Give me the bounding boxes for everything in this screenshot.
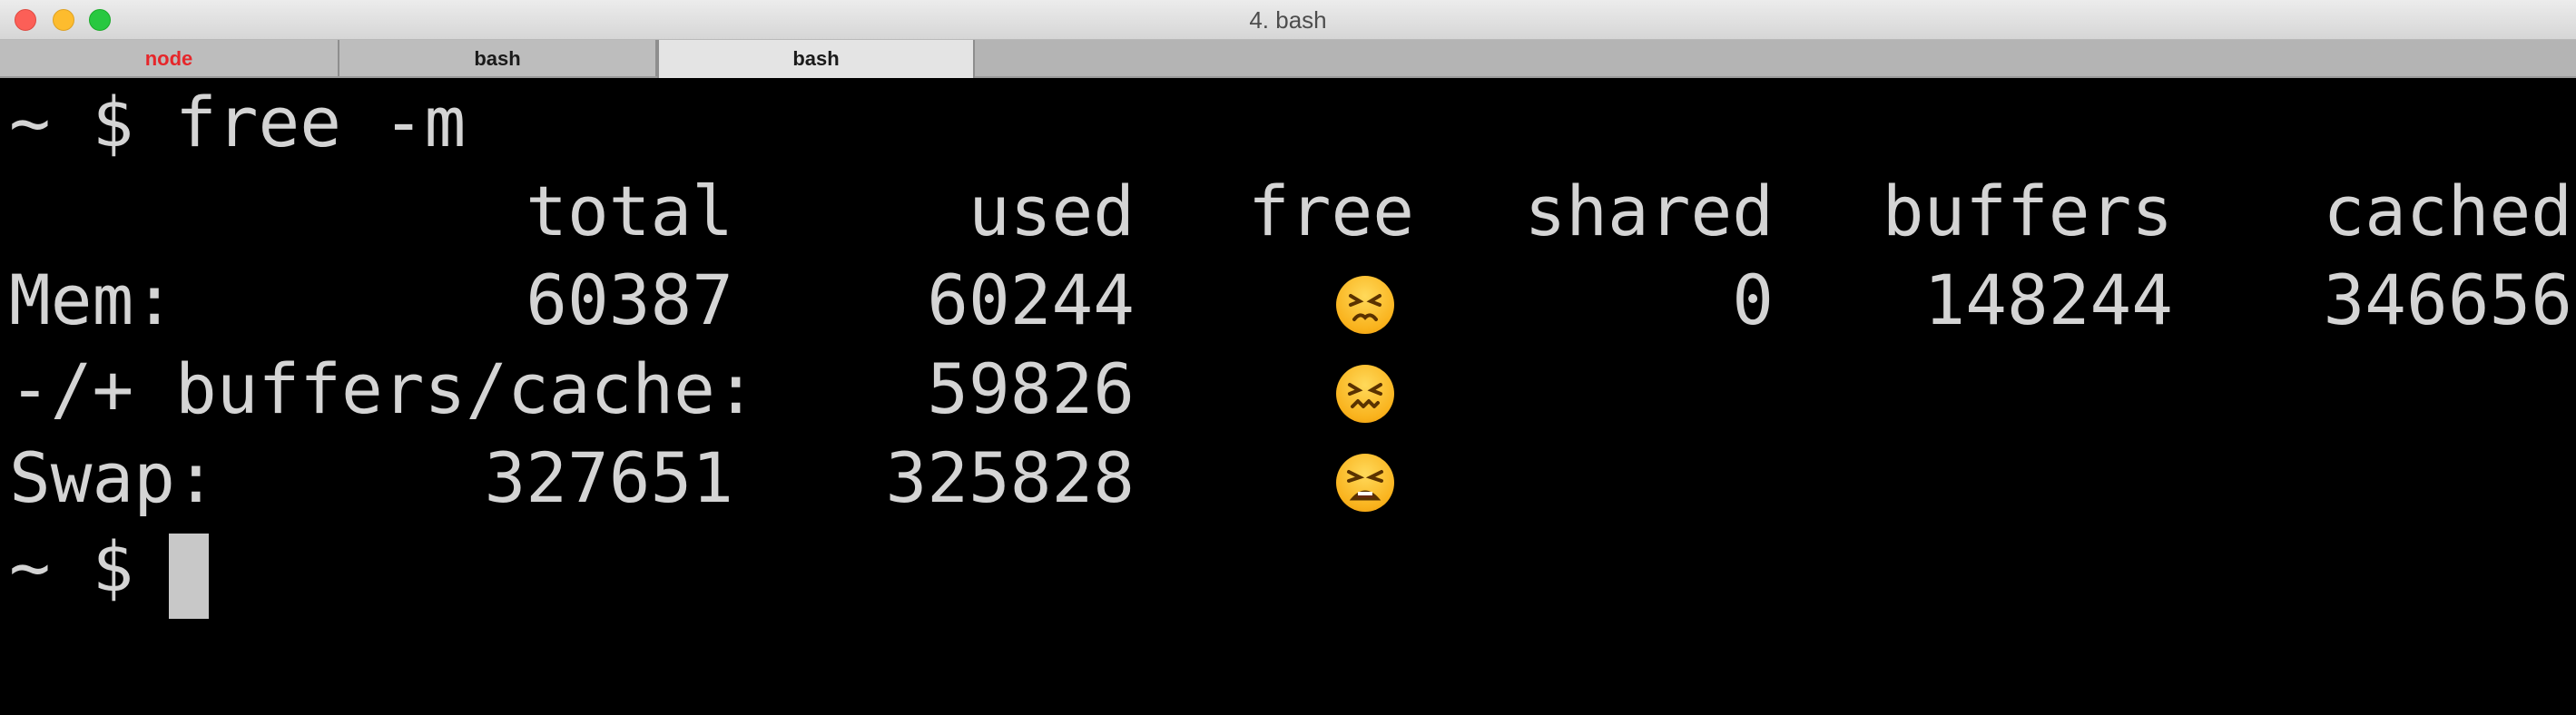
tab-label: node (144, 47, 193, 70)
command-line: ~ $ free -m (9, 78, 2569, 167)
swap-row: Swap: 327651 325828 (9, 434, 2569, 523)
mem-used: 60244 (927, 260, 1135, 340)
mem-shared: 0 (1732, 260, 1774, 340)
mem-buffers: 148244 (1923, 260, 2173, 340)
tab-label: bash (792, 47, 840, 70)
header-total: total (526, 171, 733, 251)
header-row: total used free shared buffers cached (9, 167, 2572, 256)
header-used: used (968, 171, 1135, 251)
bufcache-used: 59826 (927, 348, 1135, 429)
terminal-window: 4. bash node bash bash ~ $ free -m total… (0, 0, 2576, 715)
header-buffers: buffers (1882, 171, 2173, 251)
swap-used: 325828 (885, 437, 1135, 518)
text-cursor (169, 534, 209, 619)
tab-bar: node bash bash (0, 40, 2576, 78)
tab-label: bash (474, 47, 521, 70)
mem-total: 60387 (526, 260, 733, 340)
bufcache-row: -/+ buffers/cache: 59826 (9, 345, 2569, 434)
title-bar: 4. bash (0, 0, 2576, 40)
swap-label: Swap: (9, 437, 217, 518)
tab-node[interactable]: node (0, 40, 339, 76)
bufcache-label: -/+ buffers/cache: (9, 348, 757, 429)
mem-row: Mem: 60387 60244 0 148244 346656 (9, 256, 2572, 345)
mem-cached: 346656 (2323, 260, 2572, 340)
window-title: 4. bash (1249, 6, 1327, 34)
terminal-output[interactable]: ~ $ free -m total used free shared buffe… (0, 78, 2576, 715)
mem-label: Mem: (9, 260, 176, 340)
tab-bash-2-active[interactable]: bash (657, 40, 975, 78)
prompt: ~ $ (9, 526, 176, 607)
header-shared: shared (1524, 171, 1774, 251)
tab-bash-1[interactable]: bash (339, 40, 657, 76)
prompt-line: ~ $ (9, 523, 2569, 619)
confounded-face-icon (1336, 365, 1394, 423)
tired-face-icon (1336, 454, 1394, 512)
swap-total: 327651 (484, 437, 733, 518)
prompt-command: ~ $ free -m (9, 82, 467, 162)
header-free: free (1247, 171, 1414, 251)
header-cached: cached (2323, 171, 2572, 251)
persevering-face-icon (1336, 276, 1394, 334)
